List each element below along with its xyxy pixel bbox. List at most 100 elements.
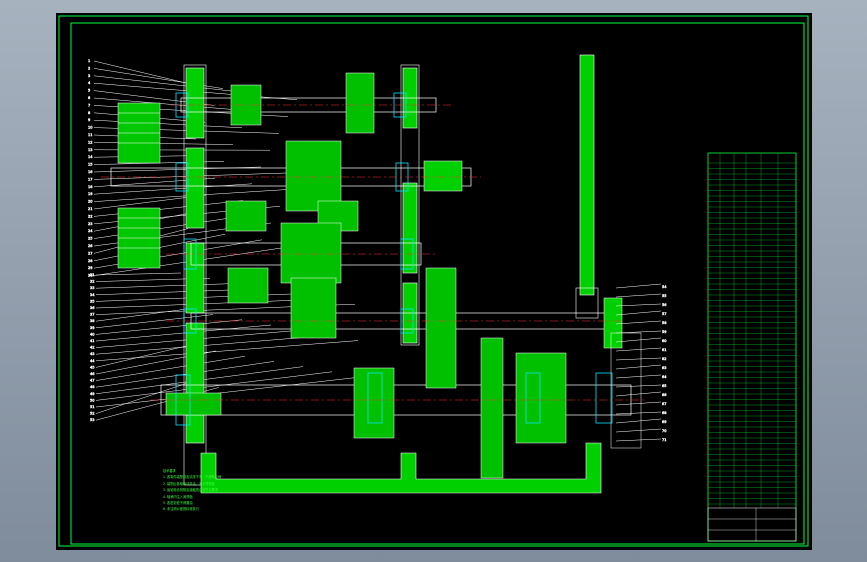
leader-line: [615, 418, 662, 424]
balloon-label: 34: [90, 293, 95, 297]
drawing-sheet: 1 2 3 4 5 6 7 8 9 10 11 12 13 14 15 16 17 18 19 20 21 22 23 24 2…: [56, 13, 812, 550]
leader-line: [93, 142, 234, 145]
gears: [165, 72, 567, 479]
balloon-label: 41: [90, 339, 94, 343]
balloon-label: 14: [88, 155, 93, 159]
leader-line: [615, 357, 662, 361]
balloon-label: 16: [88, 170, 92, 174]
balloon-label: 71: [662, 438, 666, 442]
balloon-label: 68: [662, 411, 666, 415]
balloon-label: 62: [662, 357, 666, 361]
balloon-label: 13: [88, 148, 92, 152]
leader-line: [615, 293, 662, 298]
leader-line: [615, 347, 662, 352]
balloon-label: 47: [90, 379, 94, 383]
balloon-label: 64: [662, 375, 667, 379]
balloon-label: 46: [90, 372, 94, 376]
balloon-label: 44: [90, 359, 95, 363]
balloon-label: 6: [88, 96, 90, 100]
leader-line: [615, 337, 662, 343]
balloon-label: 27: [88, 251, 92, 255]
balloon-label: 57: [662, 312, 666, 316]
technical-notes: 技术要求 1. 各零件装配前应清洗干净，不得有毛刺 2. 装配后各轴转动灵活，无…: [163, 468, 241, 513]
leader-line: [615, 310, 662, 316]
balloon-label: 5: [88, 89, 90, 93]
leader-line: [615, 330, 662, 334]
balloon-label: 4: [88, 81, 91, 85]
balloon-label: 32: [90, 280, 94, 284]
balloon-label: 24: [88, 229, 93, 233]
leader-line: [615, 401, 662, 406]
leader-line: [93, 217, 235, 239]
balloon-label: 45: [90, 365, 94, 369]
balloon-label: 43: [90, 352, 94, 356]
leader-line: [95, 345, 188, 368]
balloon-label: 56: [662, 303, 666, 307]
balloon-label: 69: [662, 420, 666, 424]
balloon-label: 18: [88, 185, 92, 189]
balloon-label: 23: [88, 222, 92, 226]
leader-line: [95, 283, 240, 289]
balloon-label: 21: [88, 207, 92, 211]
balloon-label: 66: [662, 393, 666, 397]
balloon-label: 37: [90, 313, 94, 317]
balloon-label: 50: [90, 398, 94, 402]
balloon-label: 48: [90, 385, 94, 389]
leader-line: [615, 411, 662, 415]
balloon-label: 26: [88, 244, 92, 248]
balloon-label: 11: [88, 133, 92, 137]
balloon-label: 67: [662, 402, 666, 406]
balloon-label: 8: [88, 111, 90, 115]
balloon-label: 10: [88, 126, 92, 130]
balloon-label: 52: [90, 412, 94, 416]
balloon-label: 22: [88, 214, 92, 218]
leader-line: [615, 374, 662, 379]
leader-line: [615, 283, 662, 289]
balloon-label: 54: [662, 285, 667, 289]
leader-line: [93, 60, 187, 84]
balloon-label: 12: [88, 140, 92, 144]
balloon-label: 39: [90, 326, 94, 330]
cad-viewport: 1 2 3 4 5 6 7 8 9 10 11 12 13 14 15 16 17 18 19 20 21 22 23 24 2…: [0, 0, 867, 562]
leader-line: [615, 428, 662, 433]
balloon-label: 19: [88, 192, 92, 196]
control-rod: [575, 54, 599, 319]
balloon-label: 35: [90, 299, 94, 303]
balloon-label: 9: [88, 118, 90, 122]
balloon-label: 70: [662, 429, 666, 433]
balloon-label: 55: [662, 294, 666, 298]
leader-line: [95, 319, 243, 335]
v-belt-pulley: [117, 102, 161, 269]
balloon-label: 28: [88, 259, 92, 263]
balloon-label: 1: [88, 59, 90, 63]
balloon-label: 2: [88, 66, 90, 70]
balloon-label: 42: [90, 346, 94, 350]
leader-line: [615, 364, 662, 370]
balloon-label: 36: [90, 306, 94, 310]
leader-line: [95, 361, 275, 388]
balloon-label: 31: [90, 273, 94, 277]
balloon-label: 65: [662, 384, 666, 388]
leader-line: [93, 200, 244, 217]
leader-line: [95, 324, 272, 342]
balloon-label: 59: [662, 330, 666, 334]
balloon-label: 53: [90, 418, 94, 422]
balloon-label: 3: [88, 74, 90, 78]
balloon-label: 15: [88, 163, 92, 167]
balloon-label: 25: [88, 237, 92, 241]
balloon-label: 61: [662, 348, 666, 352]
leader-line: [615, 303, 662, 307]
balloon-label: 33: [90, 286, 94, 290]
balloon-label: 49: [90, 392, 94, 396]
balloon-label: 38: [90, 319, 94, 323]
right-leader-lines: 54 55 56 57 58 59 60 61 62 63 64 65 66 67 68 69 70 71: [615, 283, 667, 442]
note-line: 6. 未注明公差按标准执行: [163, 507, 199, 512]
balloon-label: 20: [88, 200, 92, 204]
leader-line: [615, 320, 662, 325]
balloon-label: 51: [90, 405, 94, 409]
leader-line: [615, 438, 662, 442]
balloon-label: 63: [662, 366, 666, 370]
balloon-label: 40: [90, 332, 94, 336]
balloon-label: 7: [88, 103, 90, 107]
balloon-label: 58: [662, 321, 666, 325]
